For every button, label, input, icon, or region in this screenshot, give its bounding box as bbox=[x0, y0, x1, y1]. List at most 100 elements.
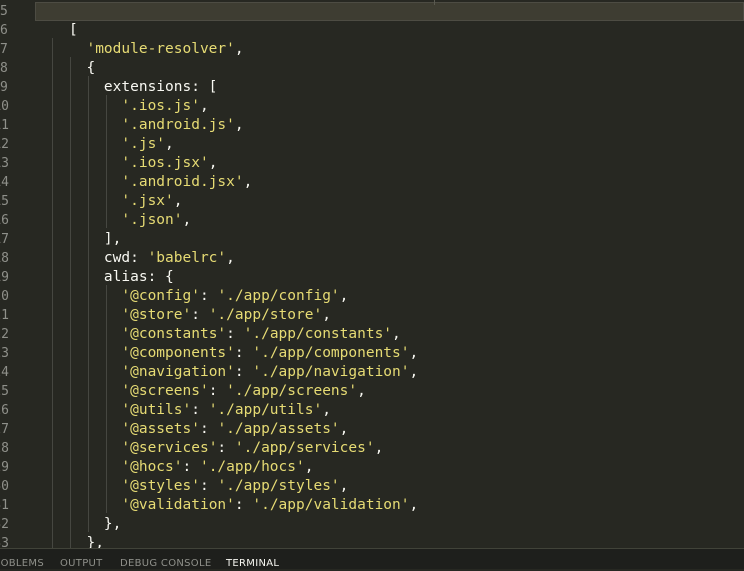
line-number: 8 bbox=[0, 61, 8, 76]
code-token: extensions: [ bbox=[69, 79, 218, 95]
code-token: , bbox=[234, 117, 244, 133]
string-token: '@screens' bbox=[121, 383, 209, 399]
string-token: './app/components' bbox=[252, 345, 410, 361]
line-number: 32 bbox=[0, 517, 9, 532]
string-token: './app/constants' bbox=[243, 326, 393, 342]
code-token: : bbox=[191, 307, 209, 323]
line-number: 16 bbox=[0, 213, 9, 228]
line-number: 31 bbox=[0, 498, 9, 513]
string-token: '@assets' bbox=[121, 421, 200, 437]
code-line: '@screens': './app/screens', bbox=[69, 382, 366, 401]
line-number: 30 bbox=[0, 479, 9, 494]
code-token: , bbox=[357, 383, 366, 399]
string-token: '.android.js' bbox=[121, 117, 235, 133]
code-line: '@utils': './app/utils', bbox=[69, 401, 331, 420]
code-token: , bbox=[199, 98, 209, 114]
string-token: '.ios.jsx' bbox=[121, 155, 209, 171]
line-number: 15 bbox=[0, 194, 9, 209]
code-line: '.android.jsx', bbox=[69, 173, 252, 192]
code-line: '@components': './app/components', bbox=[69, 344, 418, 363]
string-token: '.ios.js' bbox=[121, 98, 200, 114]
code-line: '.js', bbox=[69, 135, 174, 154]
code-token: : bbox=[191, 402, 209, 418]
code-line: '@styles': './app/styles', bbox=[69, 477, 348, 496]
code-token: [ bbox=[69, 22, 78, 38]
code-token: , bbox=[339, 421, 349, 437]
line-number: 29 bbox=[0, 460, 9, 475]
code-token: , bbox=[226, 250, 235, 266]
code-line: cwd: 'babelrc', bbox=[69, 249, 235, 268]
line-number: 13 bbox=[0, 156, 9, 171]
string-token: '@validation' bbox=[121, 497, 235, 513]
string-token: '@hocs' bbox=[121, 459, 183, 475]
code-token: cwd: bbox=[69, 250, 148, 266]
code-editor[interactable]: 5 6 7 8 9 10 11 12 13 14 15 16 17 18 19 20 21 22 23 24 25 26 2… bbox=[0, 0, 744, 548]
line-number: 22 bbox=[0, 327, 9, 342]
code-line: 'module-resolver', bbox=[69, 40, 243, 59]
ruler-marker bbox=[434, 0, 435, 5]
code-token: alias: { bbox=[69, 269, 174, 285]
current-line-highlight bbox=[35, 2, 744, 21]
string-token: './app/config' bbox=[217, 288, 340, 304]
code-token: : bbox=[199, 478, 218, 494]
string-token: '@store' bbox=[121, 307, 192, 323]
code-token: , bbox=[243, 174, 253, 190]
string-token: './app/services' bbox=[234, 440, 375, 456]
string-token: './app/hocs' bbox=[199, 459, 305, 475]
string-token: '@config' bbox=[121, 288, 200, 304]
code-token: , bbox=[339, 478, 349, 494]
code-line: '@store': './app/store', bbox=[69, 306, 331, 325]
code-line: }, bbox=[69, 515, 121, 534]
code-token: , bbox=[339, 288, 349, 304]
code-line: '@assets': './app/assets', bbox=[69, 420, 348, 439]
line-number: 20 bbox=[0, 289, 9, 304]
code-token: , bbox=[182, 212, 192, 228]
code-line: '.jsx', bbox=[69, 192, 183, 211]
line-number: 19 bbox=[0, 270, 9, 285]
line-number: 9 bbox=[0, 80, 8, 95]
code-token: , bbox=[409, 345, 419, 361]
line-number: 27 bbox=[0, 422, 9, 437]
code-token: : bbox=[217, 440, 235, 456]
line-number: 5 bbox=[0, 4, 8, 19]
code-token: : bbox=[208, 383, 227, 399]
code-token: }, bbox=[69, 516, 122, 532]
code-token: }, bbox=[69, 535, 104, 548]
string-token: '.js' bbox=[121, 136, 166, 152]
tab-terminal[interactable]: TERMINAL bbox=[226, 557, 279, 571]
code-line: '@navigation': './app/navigation', bbox=[69, 363, 418, 382]
code-line: '@config': './app/config', bbox=[69, 287, 348, 306]
code-line: '@validation': './app/validation', bbox=[69, 496, 418, 515]
string-token: './app/assets' bbox=[217, 421, 340, 437]
code-token: ], bbox=[69, 231, 122, 247]
string-token: '@components' bbox=[121, 345, 235, 361]
tab-output[interactable]: OUTPUT bbox=[60, 557, 103, 571]
line-number: 18 bbox=[0, 251, 9, 266]
string-token: 'module-resolver' bbox=[86, 41, 235, 57]
tab-debug-console[interactable]: DEBUG CONSOLE bbox=[120, 557, 211, 571]
tab-problems[interactable]: PROBLEMS bbox=[0, 557, 44, 571]
code-token: , bbox=[165, 136, 174, 152]
string-token: './app/store' bbox=[208, 307, 323, 323]
code-line: '@hocs': './app/hocs', bbox=[69, 458, 313, 477]
line-number: 17 bbox=[0, 232, 9, 247]
code-line: '@constants': './app/constants', bbox=[69, 325, 400, 344]
code-token: , bbox=[173, 193, 183, 209]
string-token: '@services' bbox=[121, 440, 218, 456]
string-token: '@styles' bbox=[121, 478, 200, 494]
line-number: 14 bbox=[0, 175, 9, 190]
panel-tab-bar: PROBLEMS OUTPUT DEBUG CONSOLE TERMINAL bbox=[0, 548, 744, 569]
line-number: 12 bbox=[0, 137, 9, 152]
